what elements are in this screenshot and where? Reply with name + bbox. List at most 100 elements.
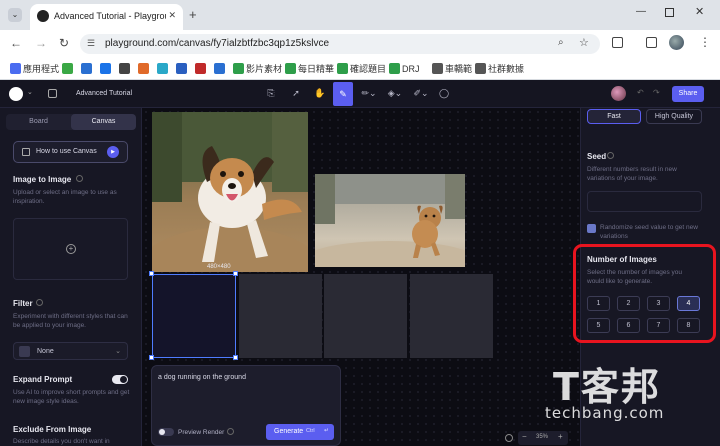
enter-key-icon: ↵: [324, 428, 330, 434]
bookmark-icon: [119, 63, 130, 74]
undo-icon[interactable]: ↶: [637, 88, 644, 97]
zoom-in-icon[interactable]: +: [558, 432, 563, 441]
expand-prompt-desc: Use AI to improve short prompts and get …: [13, 389, 130, 405]
extensions-icon[interactable]: [612, 37, 623, 48]
bookmark-icon: [10, 63, 21, 74]
how-to-label: How to use Canvas: [36, 148, 97, 155]
zoom-lens-icon[interactable]: ⌕: [558, 37, 564, 48]
brush-tool-icon[interactable]: ✏⌄: [360, 87, 378, 99]
info-icon[interactable]: [607, 152, 614, 159]
how-to-use-canvas-button[interactable]: How to use Canvas ▶: [13, 141, 128, 163]
browser-menu-icon[interactable]: ⋮: [699, 35, 711, 49]
bookmark-item[interactable]: 每日精華: [285, 61, 334, 77]
playground-favicon-icon: [37, 10, 49, 22]
bookmark-item[interactable]: [195, 61, 208, 77]
select-tool-icon[interactable]: ➚: [290, 87, 302, 99]
redo-icon[interactable]: ↷: [653, 88, 660, 97]
playground-logo-icon[interactable]: [9, 87, 23, 101]
user-avatar[interactable]: [611, 86, 626, 101]
bookmark-item[interactable]: [100, 61, 113, 77]
prompt-text[interactable]: a dog running on the ground: [158, 374, 246, 381]
bookmark-label: 影片素材: [246, 64, 283, 74]
edit-tool-active[interactable]: ✎: [333, 82, 353, 106]
minimize-icon[interactable]: —: [636, 6, 646, 17]
techbang-site: techbang.com: [545, 404, 665, 422]
bookmark-item[interactable]: 社群數據: [475, 61, 524, 77]
tab-board[interactable]: Board: [6, 114, 71, 130]
bookmark-item[interactable]: [62, 61, 75, 77]
bookmark-icon: [157, 63, 168, 74]
bookmark-icon: [214, 63, 225, 74]
bookmark-star-icon[interactable]: ☆: [579, 36, 589, 49]
randomize-checkbox[interactable]: [587, 224, 596, 233]
filter-title: Filter: [13, 299, 33, 308]
selection-handle[interactable]: [233, 271, 238, 276]
info-icon[interactable]: [76, 175, 83, 182]
bookmark-item[interactable]: DRJ: [389, 61, 420, 77]
bookmark-item[interactable]: 確認題目: [337, 61, 386, 77]
tab-canvas[interactable]: Canvas: [71, 114, 136, 130]
empty-frame[interactable]: [324, 274, 407, 358]
bookmark-icon: [176, 63, 187, 74]
fill-tool-icon[interactable]: ◈⌄: [386, 87, 404, 99]
close-window-icon[interactable]: ✕: [695, 5, 704, 18]
toggle-sidebar-icon[interactable]: [48, 89, 57, 98]
upload-dropzone[interactable]: +: [13, 218, 128, 280]
sidepanel-icon[interactable]: [646, 37, 657, 48]
hand-tool-icon[interactable]: ✋: [314, 87, 326, 99]
back-icon[interactable]: ←: [10, 36, 22, 50]
bookmark-label: 車轎範: [445, 64, 473, 74]
selection-handle[interactable]: [149, 355, 154, 360]
new-tab-icon[interactable]: +: [189, 8, 197, 21]
bookmark-item[interactable]: 車轎範: [432, 61, 472, 77]
url-bar[interactable]: ☰ playground.com/canvas/fy7ialzbtfzbc3qp…: [80, 34, 600, 54]
info-icon[interactable]: [227, 428, 234, 435]
forward-icon[interactable]: →: [35, 36, 47, 50]
quality-high-button[interactable]: High Quality: [646, 109, 702, 124]
tab-close-icon[interactable]: ✕: [168, 10, 176, 21]
expand-prompt-toggle[interactable]: [112, 375, 128, 384]
seed-input[interactable]: [587, 191, 702, 212]
share-button[interactable]: Share: [672, 86, 704, 102]
bookmark-label: 每日精華: [298, 64, 335, 74]
comment-tool-icon[interactable]: ◯: [438, 87, 450, 99]
generated-image-dog-running[interactable]: [152, 112, 308, 272]
empty-frame[interactable]: [239, 274, 322, 358]
pen-tool-icon[interactable]: ✐⌄: [412, 87, 430, 99]
filter-select[interactable]: None ⌄: [13, 342, 128, 360]
play-icon: ▶: [107, 146, 119, 158]
selection-handle[interactable]: [233, 355, 238, 360]
logo-chevron-icon[interactable]: ⌄: [27, 88, 33, 96]
project-title[interactable]: Advanced Tutorial: [76, 90, 132, 97]
bookmark-item[interactable]: [119, 61, 132, 77]
url-text: playground.com/canvas/fy7ialzbtfzbc3qp1z…: [105, 38, 330, 49]
bookmark-item[interactable]: 影片素材: [233, 61, 282, 77]
fit-view-icon[interactable]: [505, 434, 513, 442]
bookmark-item[interactable]: 應用程式: [10, 61, 59, 77]
bookmark-item[interactable]: [138, 61, 151, 77]
bookmark-item[interactable]: [157, 61, 170, 77]
selection-handle[interactable]: [149, 271, 154, 276]
selected-empty-frame[interactable]: [152, 274, 236, 358]
preview-render-toggle[interactable]: [158, 428, 174, 436]
tab-list-icon[interactable]: ⌄: [8, 8, 22, 22]
filter-thumb-icon: [19, 346, 30, 357]
profile-avatar[interactable]: [669, 35, 684, 50]
generated-image-puppy[interactable]: [315, 174, 465, 267]
techbang-logo: T客邦: [553, 365, 661, 409]
info-icon[interactable]: [36, 299, 43, 306]
bookmark-item[interactable]: [81, 61, 94, 77]
maximize-icon[interactable]: [665, 8, 674, 17]
browser-tab[interactable]: Advanced Tutorial - Playgroun ✕: [30, 4, 183, 30]
insert-image-icon[interactable]: ⎘: [265, 87, 277, 99]
bookmark-label: DRJ: [402, 64, 420, 74]
bookmark-item[interactable]: [176, 61, 189, 77]
site-info-icon[interactable]: ☰: [87, 38, 95, 49]
bookmark-item[interactable]: [214, 61, 227, 77]
generate-button[interactable]: Generate Ctrl ↵: [266, 424, 334, 440]
zoom-out-icon[interactable]: −: [522, 432, 527, 441]
generate-label: Generate: [274, 428, 304, 435]
quality-fast-button[interactable]: Fast: [587, 109, 641, 124]
empty-frame[interactable]: [410, 274, 493, 358]
reload-icon[interactable]: ↻: [59, 36, 69, 50]
